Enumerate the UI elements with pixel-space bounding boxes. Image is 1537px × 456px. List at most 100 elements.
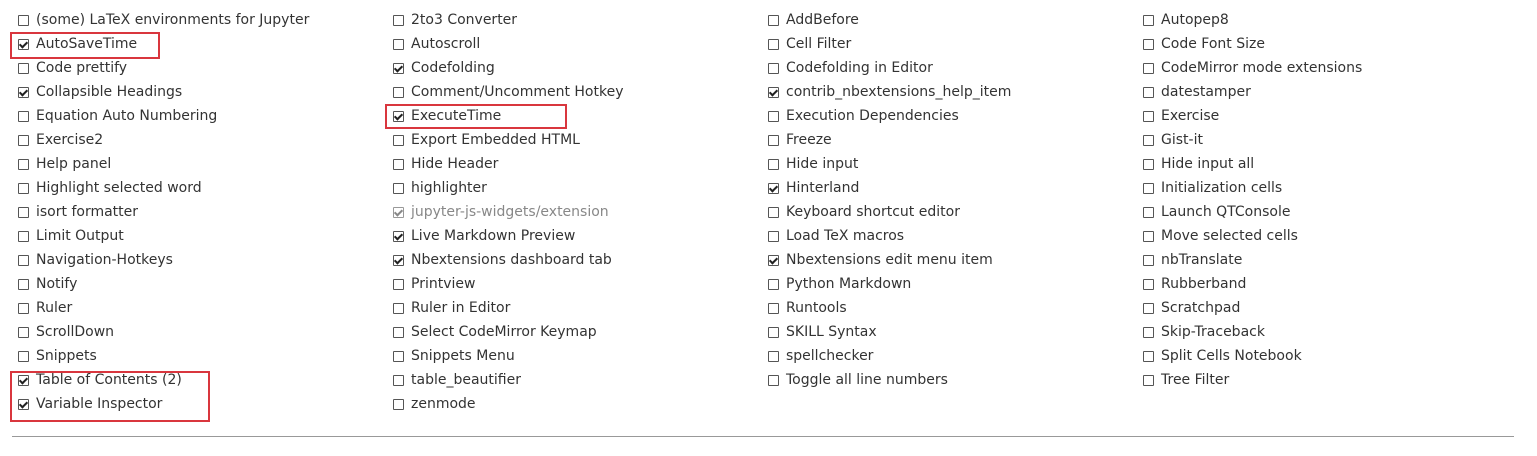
checked-checkbox-icon[interactable] <box>393 110 404 122</box>
unchecked-checkbox-icon[interactable] <box>393 350 404 362</box>
extension-item-codefolding[interactable]: Codefolding <box>393 56 753 80</box>
extension-item-initialization-cells[interactable]: Initialization cells <box>1143 176 1503 200</box>
extension-item-snippets-menu[interactable]: Snippets Menu <box>393 344 753 368</box>
extension-item-executetime[interactable]: ExecuteTime <box>393 104 753 128</box>
extension-item-split-cells-notebook[interactable]: Split Cells Notebook <box>1143 344 1503 368</box>
extension-item-spellchecker[interactable]: spellchecker <box>768 344 1128 368</box>
unchecked-checkbox-icon[interactable] <box>1143 134 1154 146</box>
unchecked-checkbox-icon[interactable] <box>768 134 779 146</box>
extension-item-some-latex-environments-for-jupyter[interactable]: (some) LaTeX environments for Jupyter <box>18 8 378 32</box>
unchecked-checkbox-icon[interactable] <box>18 230 29 242</box>
extension-item-freeze[interactable]: Freeze <box>768 128 1128 152</box>
extension-item-jupyter-js-widgets-extension[interactable]: jupyter-js-widgets/extension <box>393 200 753 224</box>
extension-item-nbtranslate[interactable]: nbTranslate <box>1143 248 1503 272</box>
unchecked-checkbox-icon[interactable] <box>18 326 29 338</box>
extension-item-autopep8[interactable]: Autopep8 <box>1143 8 1503 32</box>
extension-item-highlight-selected-word[interactable]: Highlight selected word <box>18 176 378 200</box>
extension-item-limit-output[interactable]: Limit Output <box>18 224 378 248</box>
unchecked-checkbox-icon[interactable] <box>18 278 29 290</box>
unchecked-checkbox-icon[interactable] <box>393 14 404 26</box>
extension-item-equation-auto-numbering[interactable]: Equation Auto Numbering <box>18 104 378 128</box>
extension-item-collapsible-headings[interactable]: Collapsible Headings <box>18 80 378 104</box>
checked-checkbox-icon[interactable] <box>393 206 404 218</box>
extension-item-ruler-in-editor[interactable]: Ruler in Editor <box>393 296 753 320</box>
extension-item-snippets[interactable]: Snippets <box>18 344 378 368</box>
extension-item-keyboard-shortcut-editor[interactable]: Keyboard shortcut editor <box>768 200 1128 224</box>
checked-checkbox-icon[interactable] <box>393 62 404 74</box>
extension-item-help-panel[interactable]: Help panel <box>18 152 378 176</box>
unchecked-checkbox-icon[interactable] <box>768 38 779 50</box>
extension-item-skip-traceback[interactable]: Skip-Traceback <box>1143 320 1503 344</box>
extension-item-2to3-converter[interactable]: 2to3 Converter <box>393 8 753 32</box>
extension-item-notify[interactable]: Notify <box>18 272 378 296</box>
extension-item-hinterland[interactable]: Hinterland <box>768 176 1128 200</box>
unchecked-checkbox-icon[interactable] <box>1143 254 1154 266</box>
extension-item-nbextensions-edit-menu-item[interactable]: Nbextensions edit menu item <box>768 248 1128 272</box>
extension-item-zenmode[interactable]: zenmode <box>393 392 753 416</box>
extension-item-scratchpad[interactable]: Scratchpad <box>1143 296 1503 320</box>
extension-item-variable-inspector[interactable]: Variable Inspector <box>18 392 378 416</box>
unchecked-checkbox-icon[interactable] <box>1143 326 1154 338</box>
extension-item-codefolding-in-editor[interactable]: Codefolding in Editor <box>768 56 1128 80</box>
unchecked-checkbox-icon[interactable] <box>393 182 404 194</box>
extension-item-comment-uncomment-hotkey[interactable]: Comment/Uncomment Hotkey <box>393 80 753 104</box>
extension-item-table-beautifier[interactable]: table_beautifier <box>393 368 753 392</box>
extension-item-code-prettify[interactable]: Code prettify <box>18 56 378 80</box>
extension-item-autoscroll[interactable]: Autoscroll <box>393 32 753 56</box>
unchecked-checkbox-icon[interactable] <box>18 302 29 314</box>
extension-item-launch-qtconsole[interactable]: Launch QTConsole <box>1143 200 1503 224</box>
unchecked-checkbox-icon[interactable] <box>1143 14 1154 26</box>
extension-item-table-of-contents-2[interactable]: Table of Contents (2) <box>18 368 378 392</box>
unchecked-checkbox-icon[interactable] <box>393 374 404 386</box>
unchecked-checkbox-icon[interactable] <box>768 158 779 170</box>
checked-checkbox-icon[interactable] <box>18 374 29 386</box>
unchecked-checkbox-icon[interactable] <box>1143 62 1154 74</box>
extension-item-hide-header[interactable]: Hide Header <box>393 152 753 176</box>
checked-checkbox-icon[interactable] <box>393 254 404 266</box>
unchecked-checkbox-icon[interactable] <box>1143 206 1154 218</box>
extension-item-ruler[interactable]: Ruler <box>18 296 378 320</box>
unchecked-checkbox-icon[interactable] <box>768 326 779 338</box>
extension-item-exercise[interactable]: Exercise <box>1143 104 1503 128</box>
unchecked-checkbox-icon[interactable] <box>18 158 29 170</box>
unchecked-checkbox-icon[interactable] <box>18 182 29 194</box>
unchecked-checkbox-icon[interactable] <box>18 110 29 122</box>
extension-item-tree-filter[interactable]: Tree Filter <box>1143 368 1503 392</box>
extension-item-hide-input-all[interactable]: Hide input all <box>1143 152 1503 176</box>
extension-item-move-selected-cells[interactable]: Move selected cells <box>1143 224 1503 248</box>
unchecked-checkbox-icon[interactable] <box>768 374 779 386</box>
extension-item-hide-input[interactable]: Hide input <box>768 152 1128 176</box>
extension-item-export-embedded-html[interactable]: Export Embedded HTML <box>393 128 753 152</box>
extension-item-load-tex-macros[interactable]: Load TeX macros <box>768 224 1128 248</box>
checked-checkbox-icon[interactable] <box>18 86 29 98</box>
extension-item-python-markdown[interactable]: Python Markdown <box>768 272 1128 296</box>
unchecked-checkbox-icon[interactable] <box>18 62 29 74</box>
extension-item-highlighter[interactable]: highlighter <box>393 176 753 200</box>
unchecked-checkbox-icon[interactable] <box>768 350 779 362</box>
extension-item-cell-filter[interactable]: Cell Filter <box>768 32 1128 56</box>
checked-checkbox-icon[interactable] <box>18 38 29 50</box>
checked-checkbox-icon[interactable] <box>768 182 779 194</box>
extension-item-navigation-hotkeys[interactable]: Navigation-Hotkeys <box>18 248 378 272</box>
extension-item-toggle-all-line-numbers[interactable]: Toggle all line numbers <box>768 368 1128 392</box>
extension-item-live-markdown-preview[interactable]: Live Markdown Preview <box>393 224 753 248</box>
unchecked-checkbox-icon[interactable] <box>1143 110 1154 122</box>
unchecked-checkbox-icon[interactable] <box>768 14 779 26</box>
unchecked-checkbox-icon[interactable] <box>393 38 404 50</box>
extension-item-datestamper[interactable]: datestamper <box>1143 80 1503 104</box>
extension-item-execution-dependencies[interactable]: Execution Dependencies <box>768 104 1128 128</box>
extension-item-scrolldown[interactable]: ScrollDown <box>18 320 378 344</box>
checked-checkbox-icon[interactable] <box>18 398 29 410</box>
extension-item-nbextensions-dashboard-tab[interactable]: Nbextensions dashboard tab <box>393 248 753 272</box>
unchecked-checkbox-icon[interactable] <box>18 350 29 362</box>
unchecked-checkbox-icon[interactable] <box>768 62 779 74</box>
extension-item-printview[interactable]: Printview <box>393 272 753 296</box>
unchecked-checkbox-icon[interactable] <box>1143 86 1154 98</box>
unchecked-checkbox-icon[interactable] <box>393 326 404 338</box>
extension-item-code-font-size[interactable]: Code Font Size <box>1143 32 1503 56</box>
unchecked-checkbox-icon[interactable] <box>393 134 404 146</box>
extension-item-addbefore[interactable]: AddBefore <box>768 8 1128 32</box>
unchecked-checkbox-icon[interactable] <box>1143 278 1154 290</box>
unchecked-checkbox-icon[interactable] <box>393 86 404 98</box>
checked-checkbox-icon[interactable] <box>393 230 404 242</box>
